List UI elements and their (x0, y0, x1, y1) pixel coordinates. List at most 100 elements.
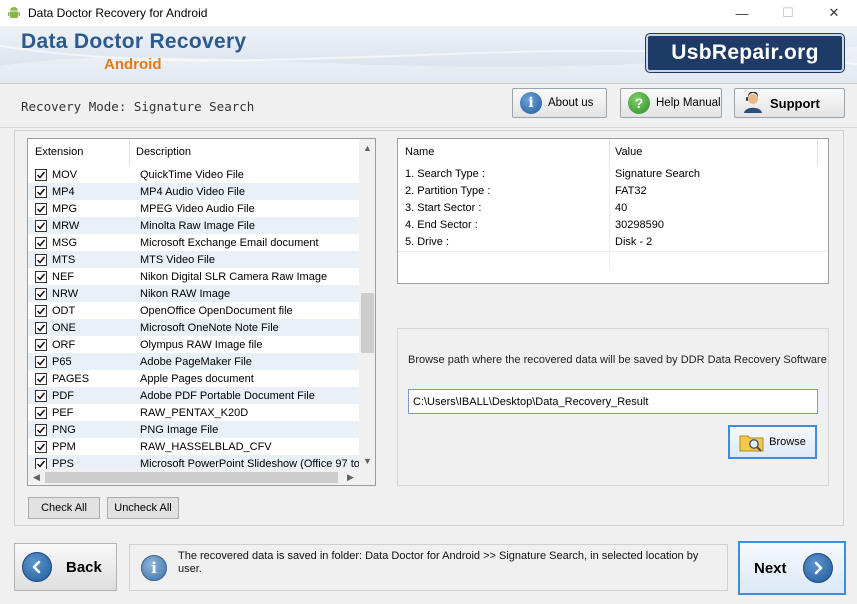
extension-description: MP4 Audio Video File (140, 185, 245, 198)
extension-checkbox[interactable] (35, 423, 47, 436)
extension-checkbox[interactable] (35, 389, 47, 402)
list-item[interactable]: NEF Nikon Digital SLR Camera Raw Image (28, 268, 359, 285)
check-all-button[interactable]: Check All (28, 497, 100, 519)
extension-name: PDF (52, 389, 74, 402)
extension-checkbox[interactable] (35, 236, 47, 249)
browse-button[interactable]: Browse (728, 425, 817, 459)
help-manual-button[interactable]: ? Help Manual (620, 88, 722, 118)
scroll-left-icon[interactable]: ◀ (28, 469, 45, 485)
scroll-right-icon[interactable]: ▶ (342, 469, 359, 485)
extension-name: ONE (52, 321, 76, 334)
extension-checkbox[interactable] (35, 202, 47, 215)
extension-checkbox[interactable] (35, 185, 47, 198)
list-item[interactable]: ODT OpenOffice OpenDocument file (28, 302, 359, 319)
list-item[interactable]: MTS MTS Video File (28, 251, 359, 268)
window-controls: — ☐ ✕ (719, 0, 857, 26)
table-row (398, 251, 828, 269)
extension-name: PPS (52, 457, 75, 470)
list-item[interactable]: ONE Microsoft OneNote Note File (28, 319, 359, 336)
maximize-icon: ☐ (782, 5, 794, 20)
save-path-input[interactable] (408, 389, 818, 414)
minimize-icon[interactable]: — (719, 0, 765, 26)
extension-checkbox[interactable] (35, 287, 47, 300)
extension-description: RAW_HASSELBLAD_CFV (140, 440, 272, 453)
list-item[interactable]: PDF Adobe PDF Portable Document File (28, 387, 359, 404)
brand-title: Data Doctor Recovery (21, 30, 247, 53)
list-item[interactable]: ORF Olympus RAW Image file (28, 336, 359, 353)
list-item[interactable]: MP4 MP4 Audio Video File (28, 183, 359, 200)
save-location-group: Browse path where the recovered data wil… (397, 328, 829, 486)
info-value: Signature Search (615, 168, 700, 180)
extension-checkbox[interactable] (35, 304, 47, 317)
extension-name: NEF (52, 270, 74, 283)
next-button[interactable]: Next (738, 541, 846, 595)
usbrepair-logo: UsbRepair.org (646, 34, 844, 72)
extension-checkbox[interactable] (35, 372, 47, 385)
extension-name: MOV (52, 168, 78, 181)
extension-checkbox[interactable] (35, 338, 47, 351)
recovery-mode-label: Recovery Mode: Signature Search (21, 99, 255, 114)
horizontal-scrollbar[interactable]: ◀ ▶ (28, 469, 359, 485)
support-button[interactable]: Support (734, 88, 845, 118)
list-item[interactable]: MPG MPEG Video Audio File (28, 200, 359, 217)
vertical-scrollbar[interactable]: ▲ ▼ (359, 139, 375, 469)
scroll-down-icon[interactable]: ▼ (359, 452, 375, 469)
info-value: 40 (615, 202, 628, 214)
title-bar: Data Doctor Recovery for Android — ☐ ✕ (0, 0, 857, 26)
list-item[interactable]: MOV QuickTime Video File (28, 166, 359, 183)
support-person-icon (742, 92, 764, 114)
close-icon[interactable]: ✕ (811, 0, 857, 26)
info-name: 1. Search Type : (398, 166, 610, 183)
extension-checkbox[interactable] (35, 406, 47, 419)
list-item[interactable]: PNG PNG Image File (28, 421, 359, 438)
extension-description: Microsoft PowerPoint Slideshow (Office 9… (140, 457, 359, 470)
extension-name: NRW (52, 287, 79, 300)
scroll-up-icon[interactable]: ▲ (359, 139, 375, 156)
column-header-description[interactable]: Description (130, 139, 359, 166)
extension-checkbox[interactable] (35, 457, 47, 470)
status-message: The recovered data is saved in folder: D… (178, 550, 699, 575)
vertical-scroll-thumb[interactable] (361, 293, 374, 353)
column-header-value: Value (610, 139, 818, 166)
extension-name: PNG (52, 423, 76, 436)
horizontal-scroll-thumb[interactable] (45, 472, 338, 483)
info-table-header: Name Value (398, 139, 828, 166)
list-item[interactable]: MSG Microsoft Exchange Email document (28, 234, 359, 251)
back-label: Back (66, 558, 102, 576)
file-extension-list[interactable]: Extension Description MOV QuickTime Video… (27, 138, 376, 486)
header-banner: Data Doctor Recovery Android UsbRepair.o… (0, 26, 857, 84)
extension-checkbox[interactable] (35, 270, 47, 283)
info-name: 4. End Sector : (398, 217, 610, 234)
extension-checkbox[interactable] (35, 440, 47, 453)
extension-checkbox[interactable] (35, 168, 47, 181)
extension-checkbox[interactable] (35, 321, 47, 334)
column-header-name: Name (398, 139, 610, 166)
extension-name: ODT (52, 304, 76, 317)
info-icon: i (141, 555, 167, 581)
list-item[interactable]: PEF RAW_PENTAX_K20D (28, 404, 359, 421)
list-item[interactable]: MRW Minolta Raw Image File (28, 217, 359, 234)
table-row: 1. Search Type : Signature Search (398, 166, 828, 183)
extension-description: Microsoft Exchange Email document (140, 236, 319, 249)
list-item[interactable]: PPM RAW_HASSELBLAD_CFV (28, 438, 359, 455)
next-label: Next (754, 559, 787, 577)
list-item[interactable]: P65 Adobe PageMaker File (28, 353, 359, 370)
extension-checkbox[interactable] (35, 253, 47, 266)
extension-checkbox[interactable] (35, 219, 47, 232)
list-item[interactable]: NRW Nikon RAW Image (28, 285, 359, 302)
uncheck-all-button[interactable]: Uncheck All (107, 497, 179, 519)
arrow-left-icon (22, 552, 52, 582)
status-message-box: i The recovered data is saved in folder:… (129, 544, 728, 591)
about-us-label: About us (548, 97, 594, 109)
extension-name: MRW (52, 219, 80, 232)
extension-checkbox[interactable] (35, 355, 47, 368)
arrow-right-icon (802, 553, 833, 583)
back-button[interactable]: Back (14, 543, 117, 591)
list-item[interactable]: PAGES Apple Pages document (28, 370, 359, 387)
extension-description: MTS Video File (140, 253, 215, 266)
browse-label: Browse (769, 436, 806, 448)
column-header-extension[interactable]: Extension (28, 139, 130, 166)
extension-name: P65 (52, 355, 72, 368)
extension-description: MPEG Video Audio File (140, 202, 255, 215)
about-us-button[interactable]: i About us (512, 88, 607, 118)
